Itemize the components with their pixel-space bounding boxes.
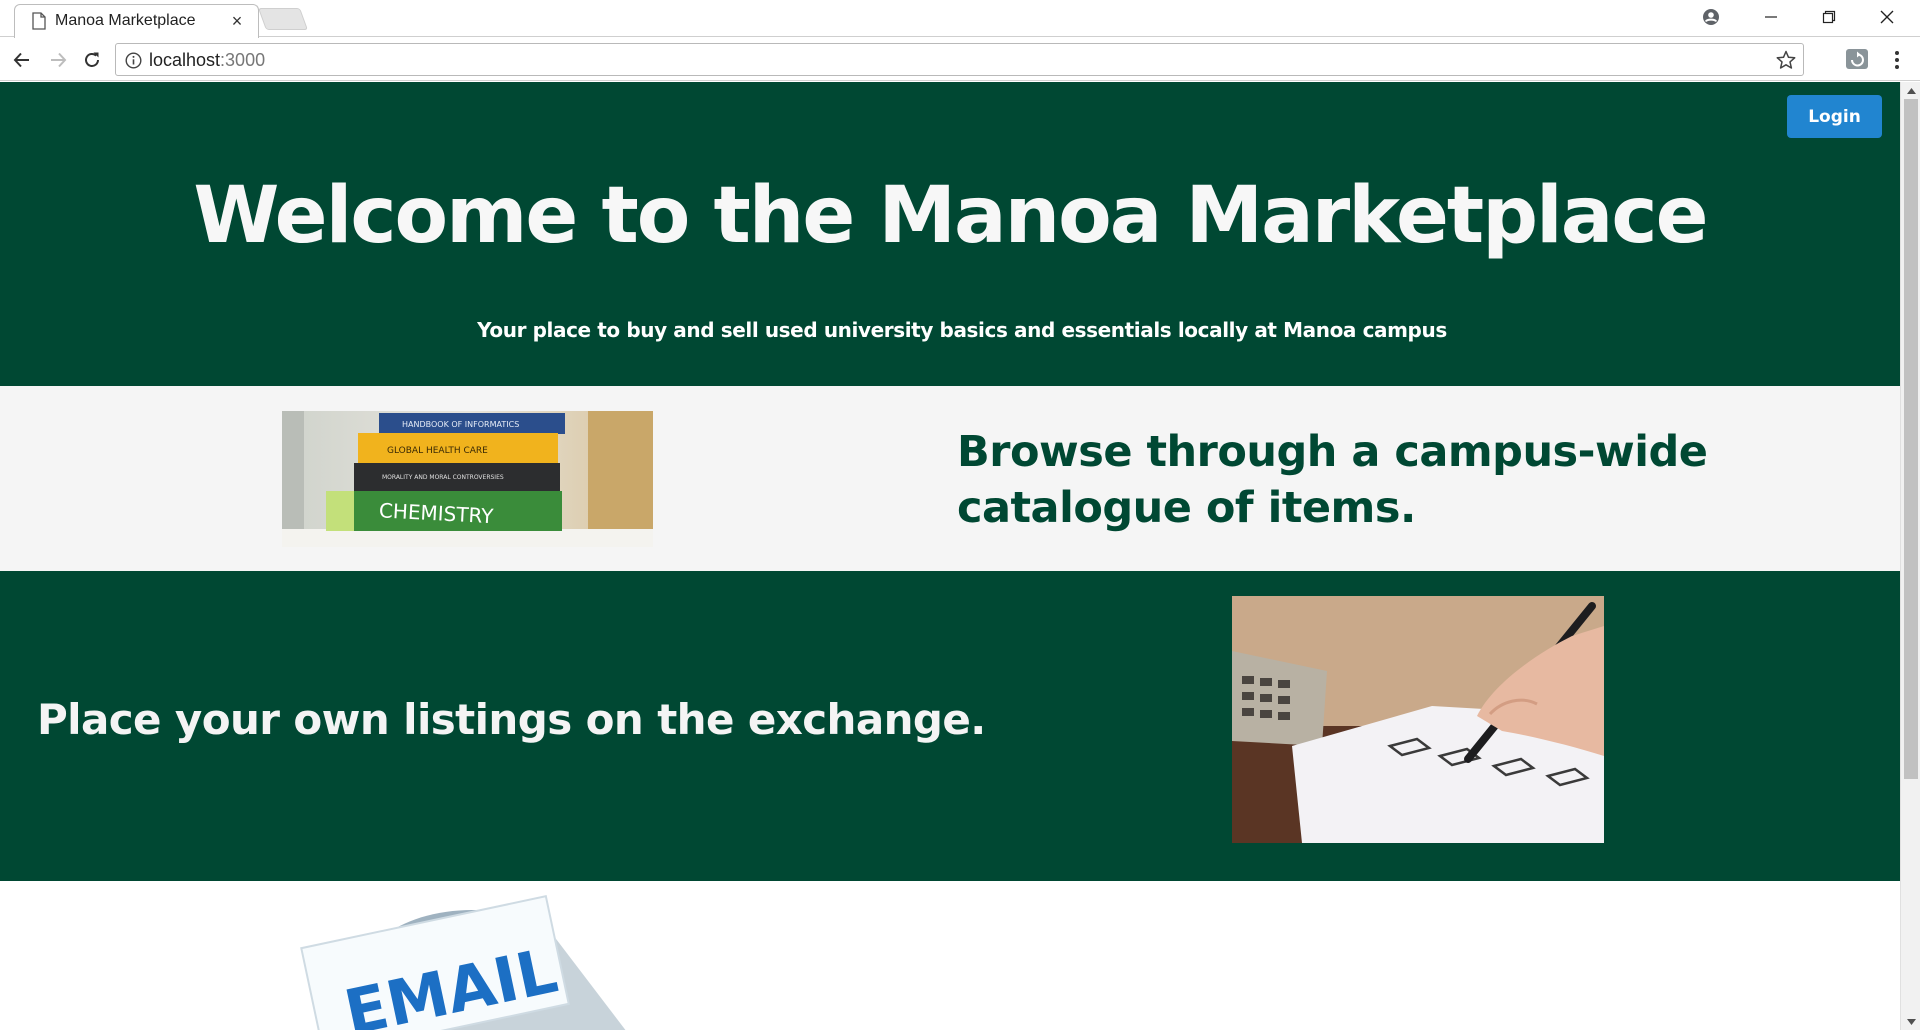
tab-title: Manoa Marketplace <box>55 12 196 29</box>
books-image: HANDBOOK OF INFORMATICS GLOBAL HEALTH CA… <box>282 411 653 547</box>
address-bar[interactable]: localhost:3000 <box>115 43 1804 76</box>
restore-icon[interactable] <box>1800 0 1858 34</box>
extension-icon[interactable] <box>1843 45 1871 73</box>
browse-heading: Browse through a campus-wide catalogue o… <box>957 427 1708 533</box>
new-tab-button[interactable] <box>257 8 309 30</box>
email-image: EMAIL <box>300 891 630 1030</box>
page-subtitle: Your place to buy and sell used universi… <box>477 318 1447 342</box>
browser-toolbar: localhost:3000 <box>0 38 1920 81</box>
page-viewport: Login Welcome to the Manoa Marketplace Y… <box>0 82 1900 1030</box>
vertical-scrollbar[interactable] <box>1900 82 1920 1030</box>
url-host: localhost <box>149 50 221 70</box>
browse-section: HANDBOOK OF INFORMATICS GLOBAL HEALTH CA… <box>0 386 1900 571</box>
back-arrow-icon[interactable] <box>6 44 38 76</box>
listing-heading: Place your own listings on the exchange. <box>37 695 986 744</box>
book-spine-1: HANDBOOK OF INFORMATICS <box>402 420 519 429</box>
book-spine-2: GLOBAL HEALTH CARE <box>387 446 488 456</box>
tab-close-icon[interactable]: × <box>226 9 248 33</box>
listing-section: Place your own listings on the exchange. <box>0 571 1900 881</box>
browser-tab[interactable]: Manoa Marketplace × <box>14 4 259 38</box>
page-title: Welcome to the Manoa Marketplace <box>193 171 1708 261</box>
scroll-up-arrow-icon[interactable] <box>1901 82 1920 99</box>
book-spine-3: MORALITY AND MORAL CONTROVERSIES <box>382 474 504 481</box>
reload-icon[interactable] <box>76 44 108 76</box>
bookmark-star-icon[interactable] <box>1775 49 1797 71</box>
close-window-icon[interactable] <box>1858 0 1916 34</box>
browser-menu-icon[interactable] <box>1880 45 1914 75</box>
hero-section: Login Welcome to the Manoa Marketplace Y… <box>0 82 1900 386</box>
tab-strip: Manoa Marketplace × <box>0 0 1920 38</box>
checklist-image <box>1232 596 1604 843</box>
scrollbar-thumb[interactable] <box>1904 99 1918 779</box>
forward-arrow-icon[interactable] <box>42 44 74 76</box>
url-port: :3000 <box>220 50 266 70</box>
minimize-icon[interactable] <box>1742 0 1800 34</box>
page-icon <box>32 12 46 30</box>
login-button[interactable]: Login <box>1787 95 1882 138</box>
scroll-down-arrow-icon[interactable] <box>1901 1013 1920 1030</box>
contact-section: EMAIL <box>0 881 1900 1030</box>
profile-icon[interactable] <box>1683 0 1739 34</box>
url-text: localhost:3000 <box>149 50 265 71</box>
info-icon[interactable] <box>125 52 142 69</box>
